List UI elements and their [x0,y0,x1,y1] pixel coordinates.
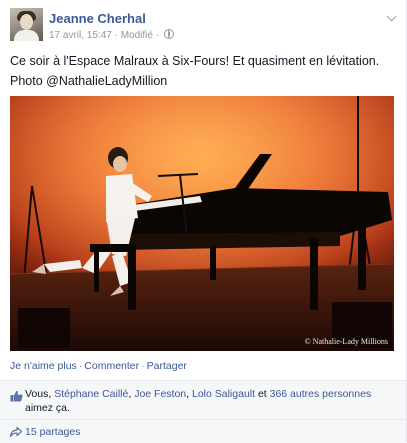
post-text: Ce soir à l'Espace Malraux à Six-Fours! … [10,51,400,91]
shares-link[interactable]: 15 partages [25,426,80,438]
post-photo[interactable]: © Nathalie-Lady Millions [10,96,394,351]
liker-link[interactable]: Stéphane Caillé [54,388,128,400]
action-separator: · [141,360,145,372]
post-card: Jeanne Cherhal 17 avril, 15:47 · Modifié… [0,0,407,443]
edited-label[interactable]: Modifié [121,30,153,41]
share-link[interactable]: Partager [147,360,187,372]
likes-text: Vous, Stéphane Caillé, Joe Feston, Lolo … [25,387,395,415]
chevron-down-icon[interactable] [386,12,398,24]
concert-photo [10,96,394,351]
others-link[interactable]: 366 autres personnes [270,388,372,400]
post-meta: 17 avril, 15:47 · Modifié · [49,29,174,41]
meta-separator-2: · [152,30,162,41]
meta-separator: · [111,30,121,41]
likes-and: et [255,388,270,400]
likes-summary: Vous, Stéphane Caillé, Joe Feston, Lolo … [0,380,406,419]
post-timestamp[interactable]: 17 avril, 15:47 [49,30,112,41]
share-arrow-icon [10,427,22,437]
unlike-link[interactable]: Je n'aime plus [10,360,77,372]
post-actions: Je n'aime plus · Commenter · Partager [10,360,187,372]
likes-suffix: aimez ça. [25,402,70,414]
likes-prefix: Vous, [25,388,55,400]
liker-link[interactable]: Joe Feston [134,388,186,400]
post-text-line: Ce soir à l'Espace Malraux à Six-Fours! … [10,54,380,68]
shares-summary: 15 partages [0,419,406,443]
post-text-line: Photo @NathalieLadyMillion [10,74,168,88]
author-name[interactable]: Jeanne Cherhal [49,11,146,26]
globe-icon[interactable] [163,29,174,39]
action-separator: · [78,360,83,372]
comment-link[interactable]: Commenter [84,360,139,372]
thumbs-up-icon [10,390,23,402]
liker-link[interactable]: Lolo Saligault [192,388,255,400]
post-header: Jeanne Cherhal 17 avril, 15:47 · Modifié… [10,8,400,44]
author-avatar[interactable] [10,8,43,41]
photo-credit: © Nathalie-Lady Millions [304,337,388,346]
